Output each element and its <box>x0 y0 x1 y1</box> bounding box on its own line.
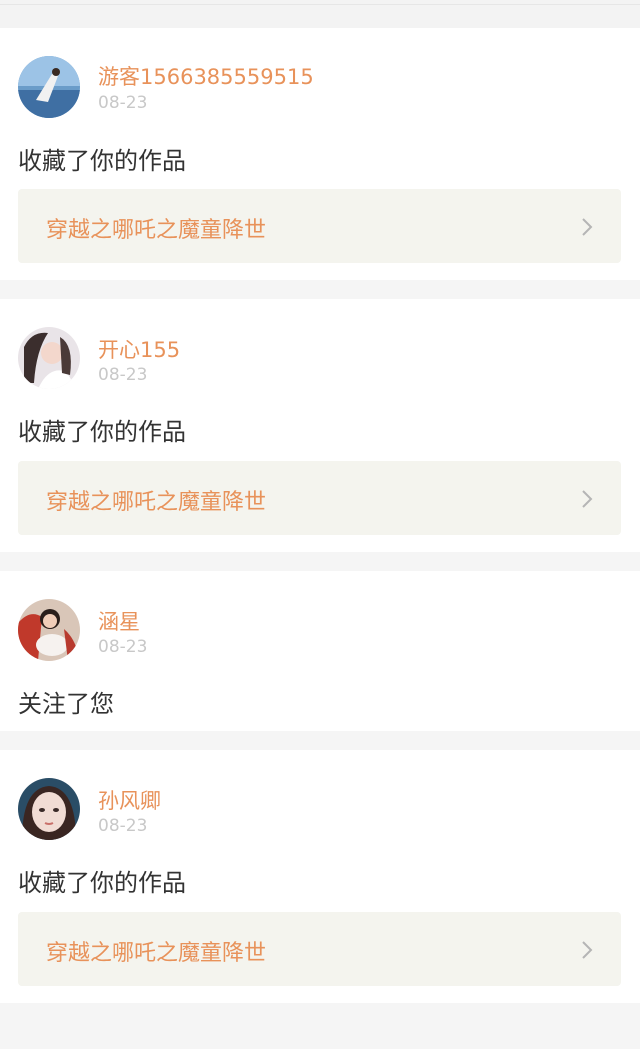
user-name[interactable]: 孙风卿 <box>98 785 161 815</box>
user-avatar[interactable] <box>18 778 80 840</box>
notification-action: 关注了您 <box>18 690 114 718</box>
user-name[interactable]: 游客1566385559515 <box>98 61 314 91</box>
notification-action: 收藏了你的作品 <box>18 147 186 175</box>
user-avatar[interactable] <box>18 56 80 118</box>
user-name[interactable]: 开心155 <box>98 334 180 364</box>
notification-date: 08-23 <box>98 637 148 657</box>
user-avatar-photo-icon <box>18 327 80 389</box>
notification-date: 08-23 <box>98 816 148 836</box>
work-title: 穿越之哪吒之魔童降世 <box>46 218 267 243</box>
notification-action: 收藏了你的作品 <box>18 418 186 446</box>
chevron-right-icon <box>582 490 593 508</box>
work-link[interactable]: 穿越之哪吒之魔童降世 <box>18 461 621 535</box>
work-link[interactable]: 穿越之哪吒之魔童降世 <box>18 189 621 263</box>
divider <box>0 4 640 5</box>
chevron-right-icon <box>582 941 593 959</box>
notification-card: 孙风卿 08-23 收藏了你的作品 穿越之哪吒之魔童降世 <box>0 750 640 1003</box>
user-avatar[interactable] <box>18 599 80 661</box>
work-link[interactable]: 穿越之哪吒之魔童降世 <box>18 912 621 986</box>
notification-card: 涵星 08-23 关注了您 <box>0 571 640 731</box>
notification-action: 收藏了你的作品 <box>18 869 186 897</box>
work-title: 穿越之哪吒之魔童降世 <box>46 490 267 515</box>
user-avatar-photo-icon <box>18 599 80 661</box>
bottom-spacer <box>0 1022 640 1049</box>
user-avatar-photo-icon <box>18 56 80 118</box>
notification-date: 08-23 <box>98 365 148 385</box>
notification-date: 08-23 <box>98 93 148 113</box>
chevron-right-icon <box>582 218 593 236</box>
work-title: 穿越之哪吒之魔童降世 <box>46 941 267 966</box>
user-avatar[interactable] <box>18 327 80 389</box>
notification-card: 游客1566385559515 08-23 收藏了你的作品 穿越之哪吒之魔童降世 <box>0 28 640 280</box>
user-avatar-photo-icon <box>18 778 80 840</box>
top-spacer <box>0 0 640 28</box>
notification-card: 开心155 08-23 收藏了你的作品 穿越之哪吒之魔童降世 <box>0 299 640 552</box>
user-name[interactable]: 涵星 <box>98 606 140 636</box>
